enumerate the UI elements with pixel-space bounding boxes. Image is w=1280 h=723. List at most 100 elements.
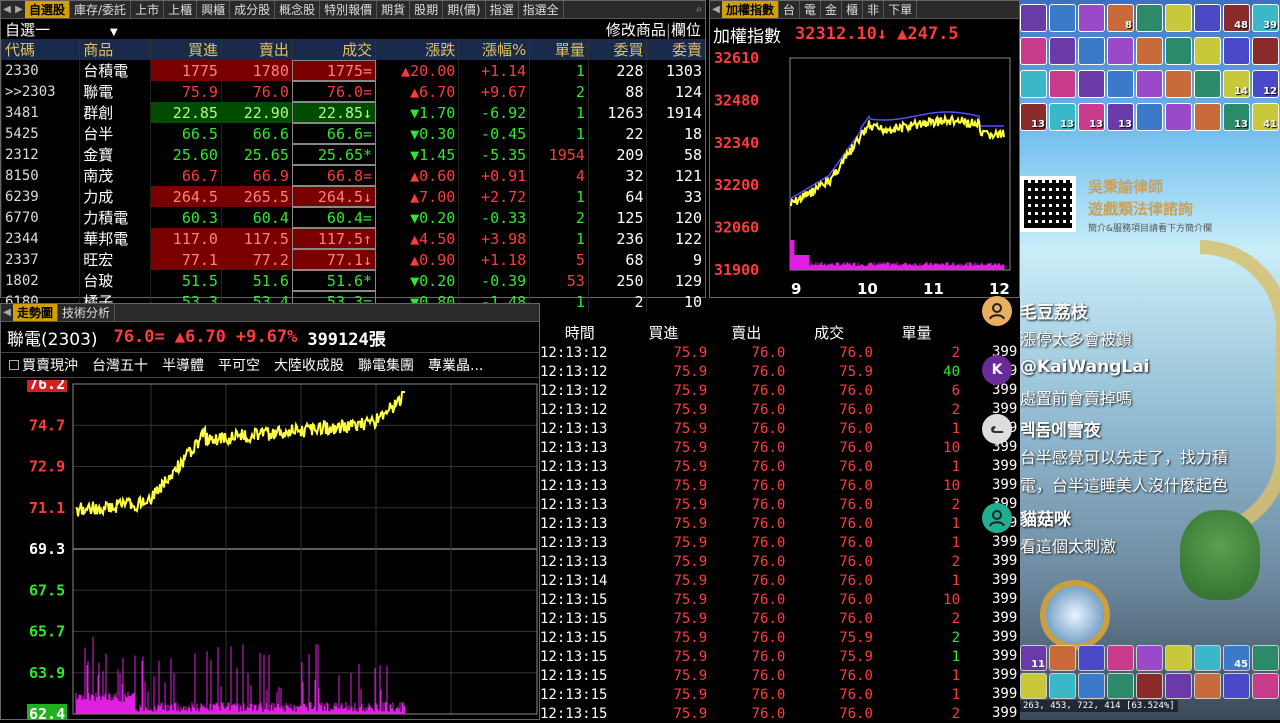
column-header[interactable]: 買進 (150, 39, 222, 60)
column-header[interactable]: 代碼 (0, 39, 80, 60)
column-header[interactable]: 商品 (79, 39, 151, 60)
tab-quote-10[interactable]: 期(價) (443, 1, 486, 18)
skill-icon[interactable] (1049, 4, 1076, 32)
filter-6[interactable]: 專業晶... (428, 355, 483, 375)
skill-icon[interactable]: 13 (1078, 103, 1105, 131)
skill-icon[interactable] (1078, 37, 1105, 65)
quote-row[interactable]: 1802 台玻 51.5 51.6 51.6* ▼0.20 -0.39 53 250 129 (0, 270, 705, 291)
tab-quote-9[interactable]: 股期 (410, 1, 444, 18)
skill-icon[interactable] (1107, 37, 1134, 65)
filter-0[interactable]: 買賣現沖 (9, 355, 78, 375)
tab-quote-0[interactable]: 自選股 (25, 1, 71, 18)
skill-icon[interactable] (1136, 70, 1163, 98)
hotbar-icon[interactable] (1078, 673, 1105, 699)
quote-row[interactable]: 6770 力積電 60.3 60.4 60.4= ▼0.20 -0.33 2 125 120 (0, 207, 705, 228)
tab-quote-5[interactable]: 成分股 (230, 1, 276, 18)
quote-row[interactable]: 6239 力成 264.5 265.5 264.5↓ ▲7.00 +2.72 1 64 33 (0, 186, 705, 207)
hotbar-icon[interactable] (1194, 645, 1221, 671)
hotbar-icon[interactable] (1107, 645, 1134, 671)
skill-icon[interactable] (1194, 70, 1221, 98)
hotbar-icon[interactable] (1252, 673, 1279, 699)
skill-icon[interactable] (1020, 4, 1047, 32)
filter-2[interactable]: 半導體 (162, 355, 204, 375)
quote-row[interactable]: >>2303 聯電 75.9 76.0 76.0= ▲6.70 +9.67 2 88 124 (0, 81, 705, 102)
tab-index-3[interactable]: 金 (821, 1, 843, 18)
tab-quote-6[interactable]: 概念股 (275, 1, 321, 18)
quote-row[interactable]: 3481 群創 22.85 22.90 22.85↓ ▼1.70 -6.92 1 1263 191… (0, 102, 705, 123)
hotbar-icon[interactable] (1223, 673, 1250, 699)
quote-row[interactable]: 2337 旺宏 77.1 77.2 77.1↓ ▲0.90 +1.18 5 68 9 (0, 249, 705, 270)
quote-row[interactable]: 2312 金寶 25.60 25.65 25.65* ▼1.45 -5.35 1954 209 5… (0, 144, 705, 165)
hotbar-icon[interactable] (1049, 673, 1076, 699)
column-header[interactable]: 漲幅% (458, 39, 530, 60)
skill-icon[interactable]: 14 (1223, 70, 1250, 98)
search-icon[interactable]: ⌕ (693, 4, 705, 15)
hotbar-icon[interactable] (1165, 673, 1192, 699)
tab-quote-11[interactable]: 指選 (486, 1, 519, 18)
column-header[interactable]: 賣出 (220, 39, 293, 60)
tab-index-0[interactable]: 加權指數 (722, 1, 780, 18)
edit-products-button[interactable]: 修改商品 (606, 21, 666, 39)
skill-icon[interactable] (1194, 4, 1221, 32)
filter-1[interactable]: 台灣五十 (92, 355, 148, 375)
hotbar-icon[interactable] (1020, 673, 1047, 699)
hotbar-icon[interactable] (1252, 645, 1279, 671)
tab-quote-12[interactable]: 指選全 (519, 1, 564, 18)
filter-5[interactable]: 聯電集團 (358, 355, 414, 375)
tab-scroll-right-icon[interactable]: ▶ (13, 4, 25, 15)
skill-icon[interactable] (1252, 37, 1279, 65)
skill-icon[interactable]: 39 (1252, 4, 1279, 32)
skill-icon[interactable]: 48 (1223, 4, 1250, 32)
hotbar-icon[interactable] (1049, 645, 1076, 671)
quote-row[interactable]: 5425 台半 66.5 66.6 66.6= ▼0.30 -0.45 1 22 18 (0, 123, 705, 144)
skill-icon[interactable] (1049, 70, 1076, 98)
quote-row[interactable]: 2344 華邦電 117.0 117.5 117.5↑ ▲4.50 +3.98 1 236 122 (0, 228, 705, 249)
skill-icon[interactable] (1165, 70, 1192, 98)
skill-icon[interactable]: 13 (1020, 103, 1047, 131)
hotbar-icon[interactable] (1136, 673, 1163, 699)
skill-icon[interactable] (1136, 103, 1163, 131)
column-header[interactable]: 委買 (587, 39, 647, 60)
hotbar-icon[interactable] (1107, 673, 1134, 699)
tab-quote-8[interactable]: 期貨 (377, 1, 411, 18)
skill-icon[interactable]: 13 (1049, 103, 1076, 131)
skill-icon[interactable] (1136, 4, 1163, 32)
skill-icon[interactable] (1107, 70, 1134, 98)
tab-scroll-left-icon[interactable]: ◀ (1, 4, 13, 15)
tab-quote-4[interactable]: 興櫃 (197, 1, 231, 18)
filter-4[interactable]: 大陸收成股 (274, 355, 344, 375)
watchlist-select[interactable]: 自選一 ▼ (5, 19, 118, 40)
filter-3[interactable]: 平可空 (218, 355, 260, 375)
skill-icon[interactable] (1194, 103, 1221, 131)
skill-icon[interactable]: 13 (1107, 103, 1134, 131)
tab-quote-3[interactable]: 上櫃 (164, 1, 198, 18)
tab-quote-1[interactable]: 庫存/委託 (70, 1, 132, 18)
columns-button[interactable]: 欄位 (671, 21, 701, 39)
menu-arrow-icon[interactable]: ◀ (1, 307, 13, 318)
skill-icon[interactable]: 41 (1252, 103, 1279, 131)
tab-index-4[interactable]: 櫃 (842, 1, 864, 18)
quote-row[interactable]: 2330 台積電 1775 1780 1775= ▲20.00 +1.14 1 228 1303 (0, 60, 705, 81)
skill-icon[interactable] (1078, 70, 1105, 98)
skill-icon[interactable] (1136, 37, 1163, 65)
tab-index-1[interactable]: 台 (779, 1, 801, 18)
column-header[interactable]: 漲跌 (375, 39, 459, 60)
tab-index-5[interactable]: 非 (863, 1, 885, 18)
checkbox-icon[interactable] (9, 360, 19, 370)
skill-icon[interactable] (1078, 4, 1105, 32)
skill-icon[interactable] (1020, 37, 1047, 65)
hotbar-icon[interactable] (1194, 673, 1221, 699)
hotbar-icon[interactable] (1136, 645, 1163, 671)
hotbar-icon[interactable]: 11 (1020, 645, 1047, 671)
skill-icon[interactable]: 8 (1107, 4, 1134, 32)
hotbar-icon[interactable]: 45 (1223, 645, 1250, 671)
skill-icon[interactable]: 13 (1223, 103, 1250, 131)
tab-quote-7[interactable]: 特別報價 (320, 1, 378, 18)
tab-quote-2[interactable]: 上市 (131, 1, 165, 18)
skill-icon[interactable] (1194, 37, 1221, 65)
skill-icon[interactable]: 12 (1252, 70, 1279, 98)
menu-arrow-icon[interactable]: ◀ (710, 4, 722, 15)
tab-index-2[interactable]: 電 (800, 1, 822, 18)
tab-stock-0[interactable]: 走勢圖 (13, 304, 59, 321)
skill-icon[interactable] (1049, 37, 1076, 65)
